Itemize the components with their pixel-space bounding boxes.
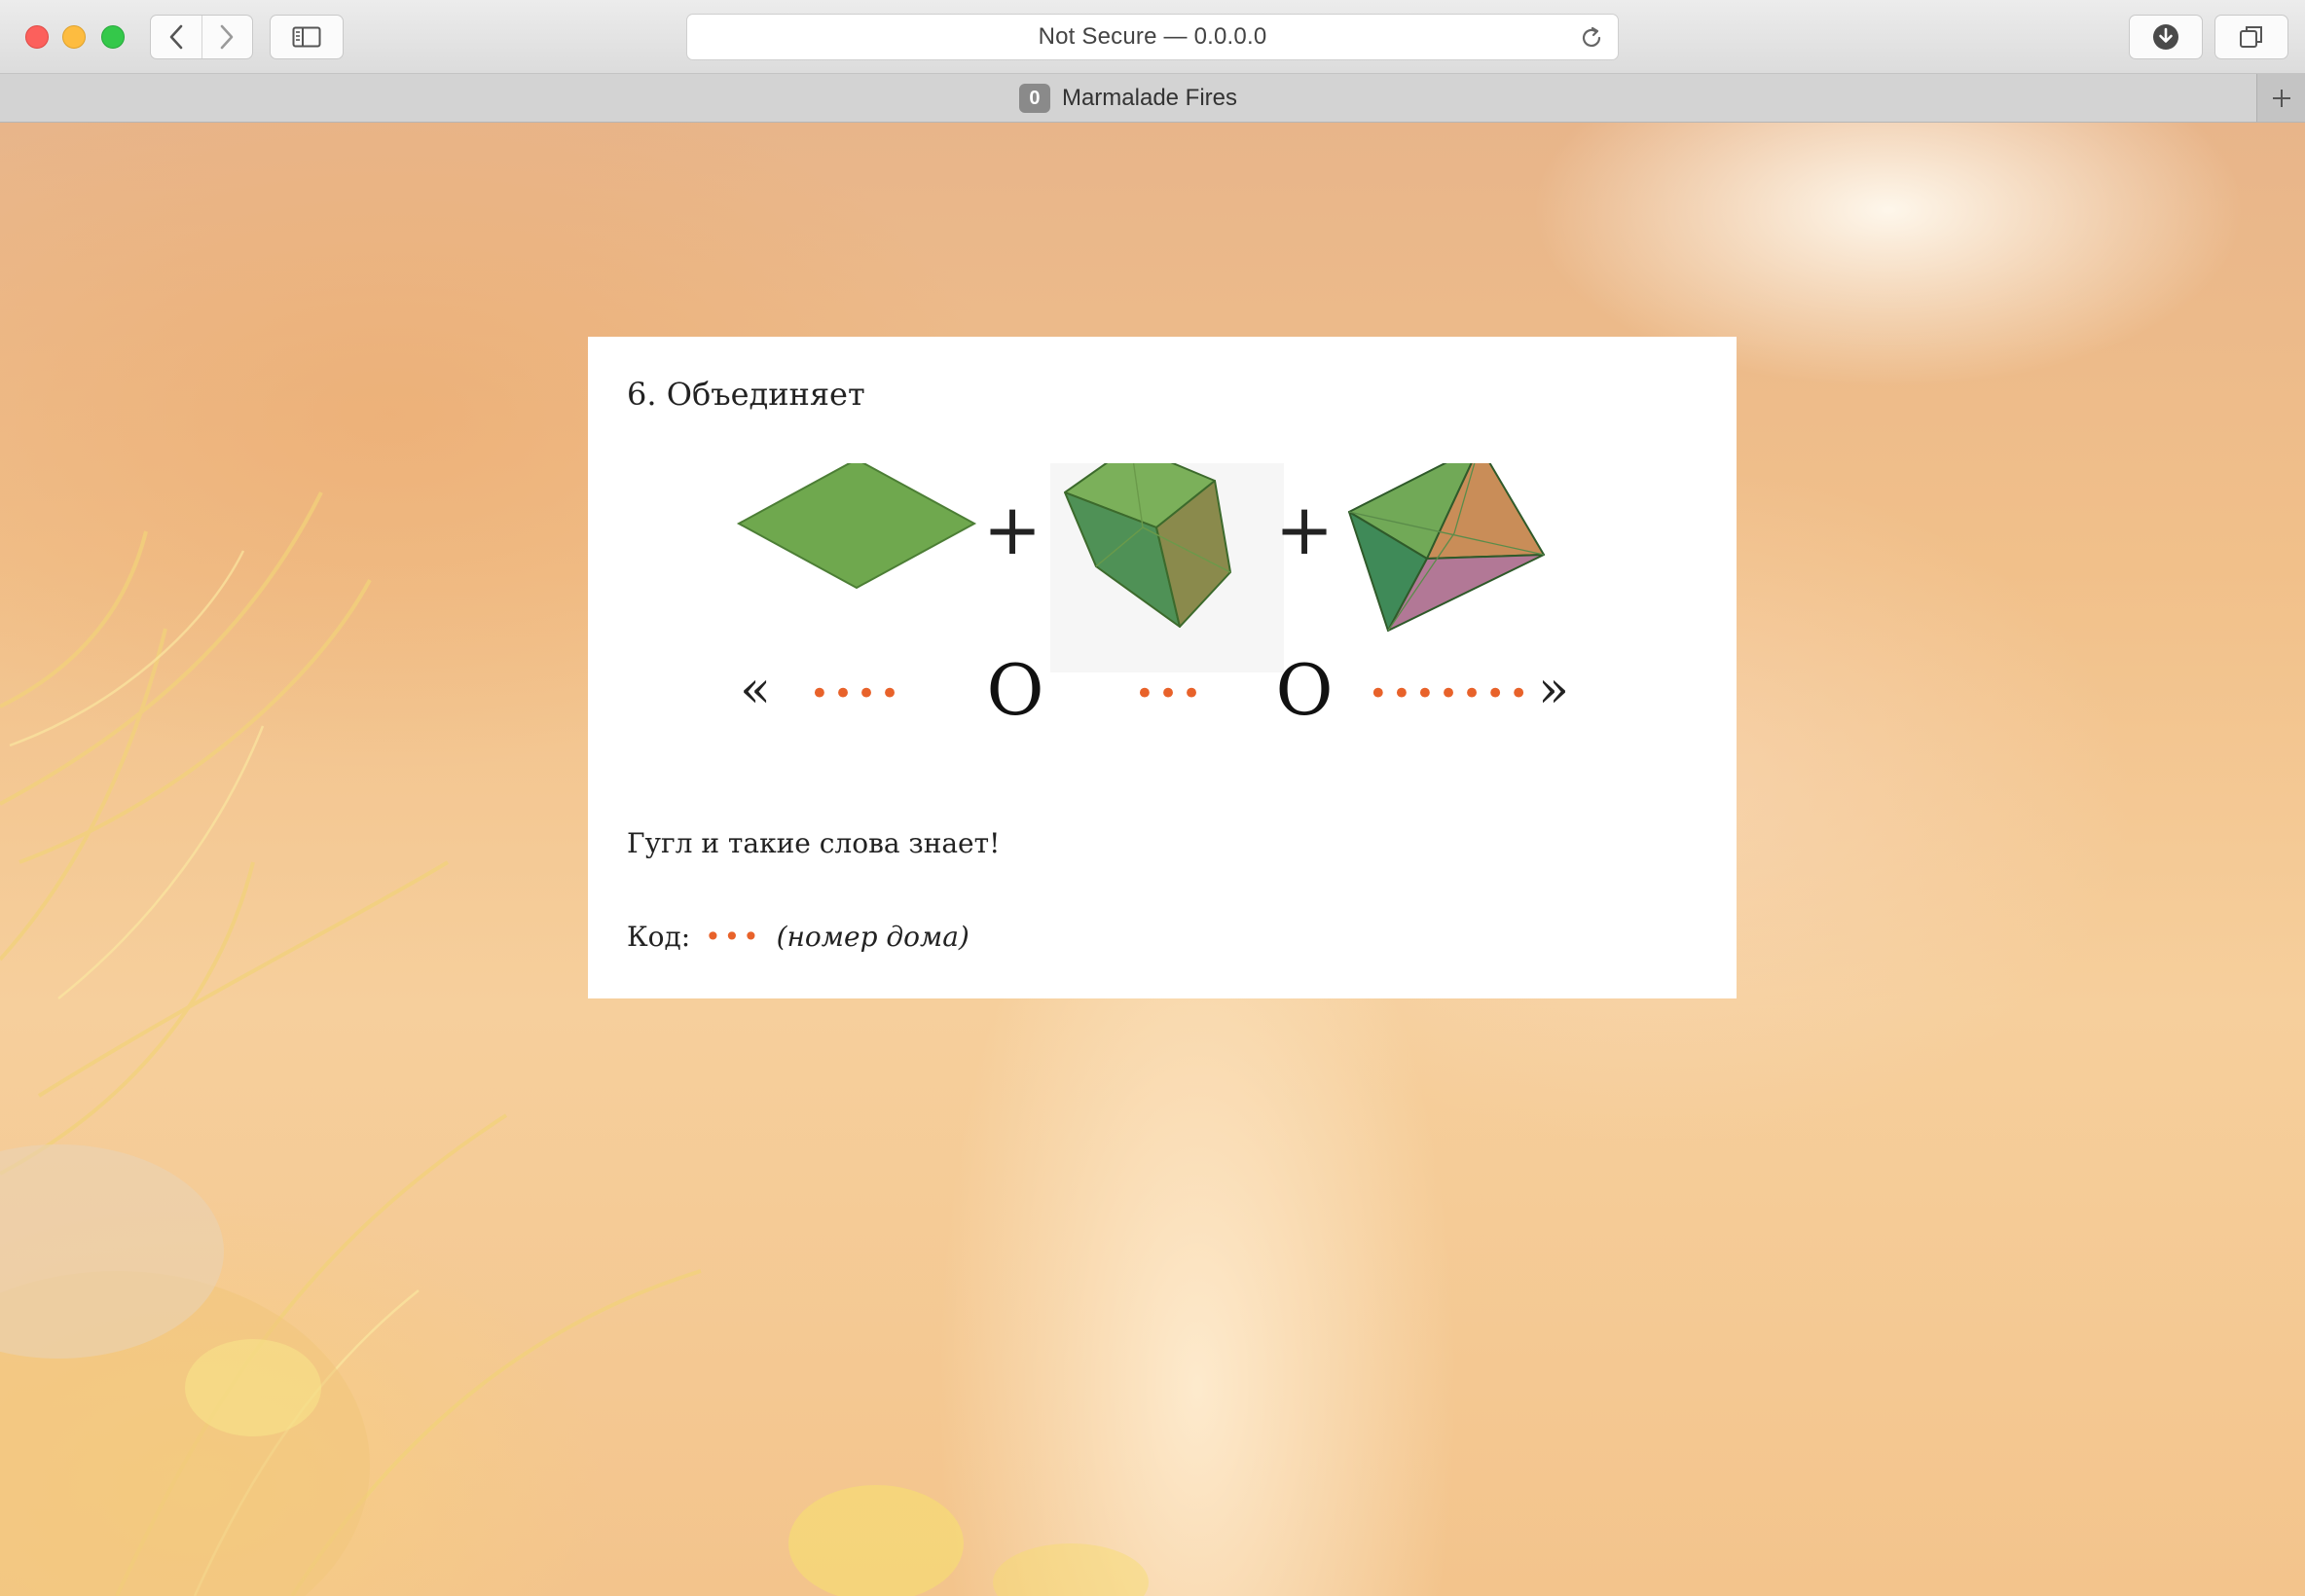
- plus-sign-1: +: [983, 489, 1042, 570]
- code-dots: •••: [705, 921, 762, 953]
- window-zoom-button[interactable]: [101, 25, 125, 49]
- back-button[interactable]: [151, 16, 201, 58]
- bipyramid-shape: [1348, 463, 1545, 632]
- letters-group-2: •••: [1135, 674, 1205, 713]
- tab-overview-icon: [2240, 26, 2262, 48]
- plus-sign-2: +: [1275, 489, 1334, 570]
- sidebar-icon: [292, 26, 321, 48]
- puzzle-card: 6. Объединяет + + « •••• O ••• O •••••••…: [588, 337, 1737, 998]
- tab-bar: 0 Marmalade Fires: [0, 74, 2305, 123]
- letters-group-1: ••••: [810, 674, 903, 713]
- chevron-right-icon: [220, 24, 234, 50]
- left-quote: «: [740, 661, 771, 719]
- sidebar-toggle-button[interactable]: [270, 15, 344, 59]
- rhombus-shape: [736, 463, 977, 590]
- reload-icon[interactable]: [1579, 25, 1604, 51]
- rhombohedron-shape: [1050, 463, 1284, 672]
- history-nav: [150, 15, 253, 59]
- page-viewport: 6. Объединяет + + « •••• O ••• O •••••••…: [0, 123, 2305, 1596]
- downloads-button[interactable]: [2129, 15, 2203, 59]
- right-quote: »: [1538, 661, 1569, 719]
- chevron-left-icon: [169, 24, 183, 50]
- letter-o-2: O: [1275, 649, 1333, 731]
- code-label: Код:: [627, 921, 691, 953]
- hint-paragraph: Гугл и такие слова знает!: [627, 827, 1001, 859]
- letter-o-1: O: [986, 649, 1043, 731]
- download-icon: [2153, 24, 2178, 50]
- puzzle-heading: 6. Объединяет: [627, 376, 865, 413]
- browser-toolbar: Not Secure — 0.0.0.0: [0, 0, 2305, 74]
- letters-group-3: •••••••: [1369, 674, 1532, 713]
- address-text: Not Secure — 0.0.0.0: [1038, 23, 1267, 50]
- window-minimize-button[interactable]: [62, 25, 86, 49]
- rebus-image: + + « •••• O ••• O ••••••• »: [736, 463, 1569, 731]
- window-close-button[interactable]: [25, 25, 49, 49]
- code-line: Код: ••• (номер дома): [627, 921, 970, 953]
- tab-overview-button[interactable]: [2214, 15, 2288, 59]
- code-hint: (номер дома): [776, 921, 970, 953]
- forward-button[interactable]: [201, 16, 253, 58]
- tab-title: Marmalade Fires: [1061, 84, 1238, 111]
- tab-active[interactable]: 0 Marmalade Fires: [0, 74, 2256, 122]
- plus-icon: [2272, 89, 2290, 107]
- tab-badge: 0: [1018, 83, 1050, 113]
- address-bar[interactable]: Not Secure — 0.0.0.0: [686, 14, 1619, 60]
- new-tab-button[interactable]: [2256, 74, 2305, 122]
